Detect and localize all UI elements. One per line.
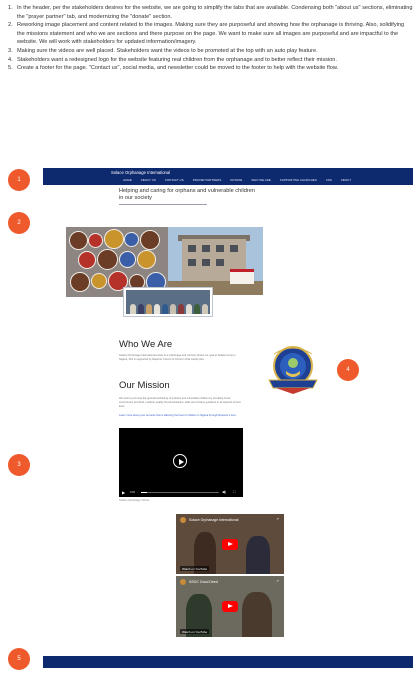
nav-item-prayer-partners[interactable]: PRAYER PARTNERS	[193, 178, 222, 182]
instruction-item: 4. Stakeholders want a redesigned logo fo…	[8, 56, 413, 65]
instruction-text: In the header, per the stakeholders desi…	[17, 5, 413, 20]
group-photo	[124, 288, 212, 316]
annotation-marker-2: 2	[8, 212, 30, 234]
instruction-number: 3.	[8, 47, 13, 54]
our-mission-heading: Our Mission	[119, 380, 170, 391]
nav-item-who-we-are[interactable]: WHO WE ARE	[251, 178, 271, 182]
nav-item-contact-us[interactable]: CONTACT US	[165, 178, 184, 182]
learn-more-link[interactable]: Learn more about your services that is a…	[119, 414, 243, 418]
nav-item-css[interactable]: CSS	[326, 178, 332, 182]
annotation-marker-3: 3	[8, 454, 30, 476]
instruction-text: Stakeholders want a redesigned logo for …	[17, 56, 337, 63]
instruction-number: 5.	[8, 65, 13, 72]
nav-item-about-us[interactable]: ABOUT US	[141, 178, 156, 182]
site-footer	[43, 656, 413, 668]
play-icon[interactable]	[173, 454, 187, 468]
youtube-embed-1[interactable]: Solace Orphanage International ↗ Watch o…	[176, 514, 284, 574]
watch-on-youtube[interactable]: Watch on YouTube	[180, 566, 210, 571]
channel-avatar-icon	[180, 579, 186, 585]
video-progress-bar[interactable]	[141, 492, 219, 493]
share-icon[interactable]: ↗	[276, 579, 279, 583]
main-nav: HOME ABOUT US CONTACT US PRAYER PARTNERS…	[123, 178, 351, 182]
hero-tagline: Helping and caring for orphans and vulne…	[119, 188, 255, 201]
video-progress-fill	[141, 492, 148, 493]
children-photo-collage	[66, 227, 168, 297]
annotation-marker-1: 1	[8, 169, 30, 191]
orphanage-building-photo	[168, 227, 263, 295]
instruction-item: 1. In the header, per the stakeholders de…	[8, 4, 413, 21]
our-mission-text: We exist to promote the general well-bei…	[119, 397, 241, 408]
instruction-text: Making sure the videos are well placed. …	[17, 47, 318, 54]
video-time: 0:00	[130, 491, 136, 494]
video-player[interactable]: ▶ 0:00 ◀) ⛶	[119, 428, 243, 497]
instruction-number: 2.	[8, 22, 13, 29]
nav-item-supporting-churches[interactable]: SUPPORTING CHURCHES	[280, 178, 317, 182]
youtube-play-icon[interactable]	[222, 601, 238, 612]
fullscreen-icon[interactable]: ⛶	[233, 490, 235, 495]
share-icon[interactable]: ↗	[276, 517, 279, 521]
orphanage-signboard	[230, 269, 254, 284]
control-play-icon[interactable]: ▶	[122, 490, 125, 495]
instruction-item: 5. Create a footer for the page. "Contact…	[8, 64, 413, 73]
youtube-title[interactable]: Solace Orphanage International	[189, 518, 238, 522]
site-header: Solace Orphanage International HOME ABOU…	[43, 168, 413, 185]
orphanage-logo	[268, 346, 318, 394]
video-caption: Solace Orphanage Tribute	[119, 499, 150, 502]
watch-on-youtube[interactable]: Watch on YouTube	[180, 629, 210, 634]
instructions-list: 1. In the header, per the stakeholders de…	[8, 4, 413, 73]
nav-item-donate[interactable]: DONATE	[230, 178, 242, 182]
annotation-marker-4: 4	[337, 359, 359, 381]
instruction-text: Create a footer for the page. "Contact u…	[17, 65, 339, 72]
tagline-divider	[119, 204, 207, 205]
instruction-item: 2. Reworking image placement and content …	[8, 21, 413, 47]
instruction-text: Reworking image placement and content re…	[17, 22, 405, 46]
instruction-number: 1.	[8, 5, 13, 11]
site-brand-name[interactable]: Solace Orphanage International	[111, 170, 170, 175]
instruction-item: 3. Making sure the videos are well placed…	[8, 47, 413, 56]
nav-item-home[interactable]: HOME	[123, 178, 132, 182]
video-controls: ▶ 0:00 ◀) ⛶	[121, 490, 241, 495]
nav-item-about[interactable]: ABOUT	[341, 178, 351, 182]
who-we-are-text: Solace Orphanage International exists to…	[119, 354, 236, 361]
youtube-play-icon[interactable]	[222, 539, 238, 550]
instruction-number: 4.	[8, 56, 13, 63]
youtube-embed-2[interactable]: SSOC Good Deed ↗ Watch on YouTube	[176, 576, 284, 637]
who-we-are-heading: Who We Are	[119, 339, 173, 350]
volume-icon[interactable]: ◀)	[222, 490, 226, 495]
channel-avatar-icon	[180, 517, 186, 523]
annotation-marker-5: 5	[8, 648, 30, 670]
youtube-title[interactable]: SSOC Good Deed	[189, 580, 218, 584]
